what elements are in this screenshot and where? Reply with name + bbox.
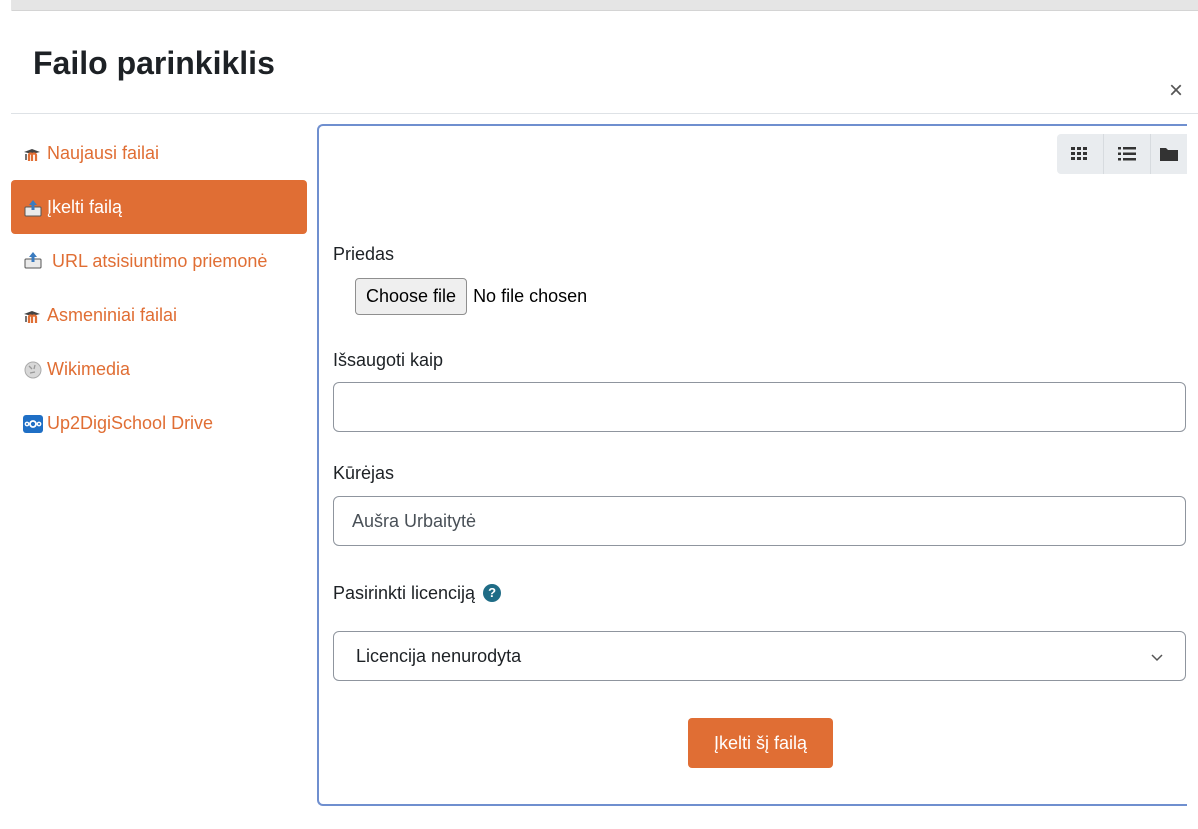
repository-sidebar: Naujausi failai Įkelti failą URL atsisiu…: [11, 126, 307, 450]
license-selected-value: Licencija nenurodyta: [356, 645, 522, 666]
license-select[interactable]: Licencija nenurodyta: [333, 631, 1186, 681]
list-view-icon[interactable]: [1104, 134, 1151, 174]
choose-file-button[interactable]: Choose file: [355, 278, 468, 315]
moodle-icon: [23, 143, 43, 163]
no-file-status: No file chosen: [473, 286, 588, 306]
sidebar-item-label: Up2DigiSchool Drive: [47, 413, 214, 433]
author-label: Kūrėjas: [333, 463, 395, 483]
save-as-label: Išsaugoti kaip: [333, 350, 444, 370]
author-input[interactable]: [333, 496, 1186, 546]
sidebar-item-label: Naujausi failai: [47, 143, 160, 163]
close-icon[interactable]: ×: [1169, 79, 1183, 103]
url-download-icon: [23, 249, 43, 269]
dialog-title: Failo parinkiklis: [33, 45, 275, 81]
save-as-input[interactable]: [333, 382, 1186, 432]
help-icon[interactable]: ?: [483, 584, 502, 602]
sidebar-item-recent-files[interactable]: Naujausi failai: [11, 126, 307, 180]
license-label-row: Pasirinkti licenciją ?: [333, 581, 502, 605]
sidebar-item-label: Wikimedia: [47, 359, 131, 379]
wikimedia-icon: [23, 359, 43, 379]
attachment-label: Priedas: [333, 244, 395, 264]
view-toggle-bar: [1057, 134, 1187, 174]
repository-content-panel: Priedas Choose file No file chosen Išsau…: [317, 124, 1187, 806]
sidebar-item-nextcloud-drive[interactable]: Up2DigiSchool Drive: [11, 396, 307, 450]
grid-view-icon[interactable]: [1057, 134, 1104, 174]
upload-file-button[interactable]: Įkelti šį failą: [688, 718, 833, 768]
file-input: Choose file No file chosen: [355, 278, 587, 315]
sidebar-item-label: Asmeniniai failai: [47, 305, 178, 325]
dialog-header: Failo parinkiklis ×: [11, 11, 1198, 114]
moodle-icon: [23, 305, 43, 325]
window-top-strip: [0, 0, 1198, 10]
sidebar-item-wikimedia[interactable]: Wikimedia: [11, 342, 307, 396]
sidebar-item-label: URL atsisiuntimo priemonė: [52, 251, 268, 271]
upload-icon: [23, 197, 43, 217]
sidebar-item-label: Įkelti failą: [47, 197, 123, 217]
sidebar-item-upload[interactable]: Įkelti failą: [11, 180, 307, 234]
sidebar-item-private-files[interactable]: Asmeniniai failai: [11, 288, 307, 342]
license-label: Pasirinkti licenciją: [333, 583, 476, 603]
folder-view-icon[interactable]: [1151, 134, 1187, 174]
chevron-down-icon: [1151, 646, 1163, 667]
sidebar-item-url-downloader[interactable]: URL atsisiuntimo priemonė: [11, 234, 307, 288]
nextcloud-icon: [23, 413, 43, 433]
